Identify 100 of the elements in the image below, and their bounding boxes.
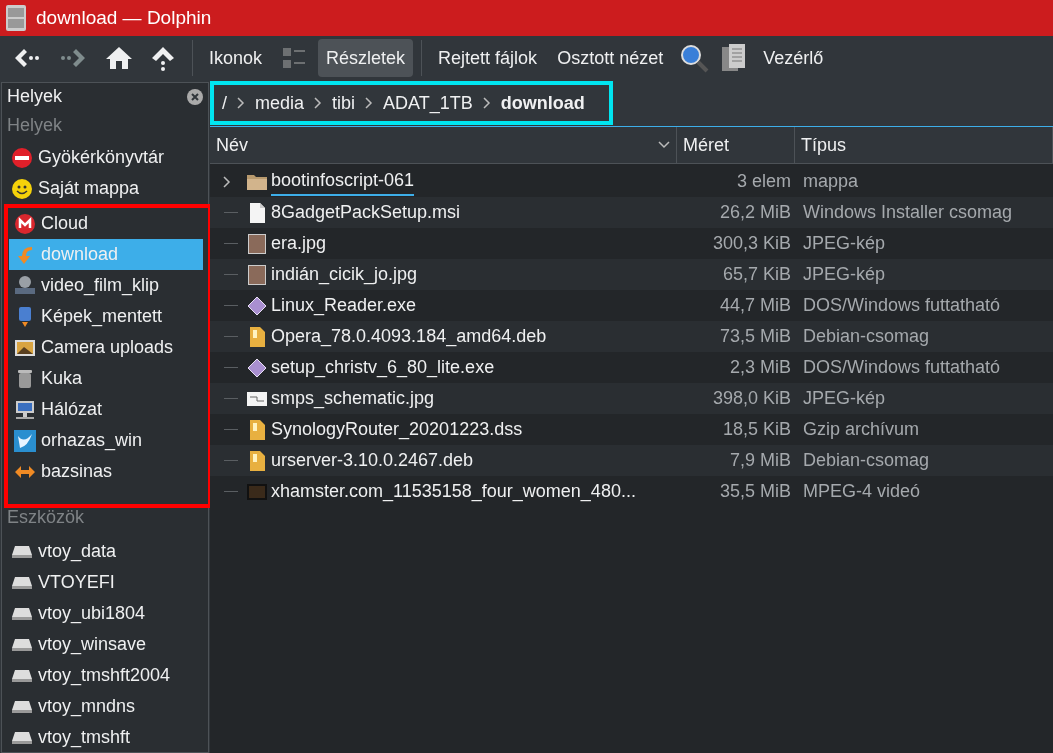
file-row[interactable]: Opera_78.0.4093.184_amd64.deb 73,5 MiB Debian-csomag [210,321,1053,352]
breadcrumb-segment[interactable]: tibi [332,89,356,117]
file-name: Linux_Reader.exe [271,294,417,318]
file-name: smps_schematic.jpg [271,387,435,411]
place-item[interactable]: Camera uploads [9,332,203,363]
drive-icon [11,637,33,652]
bird-icon [14,429,36,452]
view-mode-button[interactable]: Részletek [318,39,414,77]
network-computer-icon [14,398,36,421]
column-header[interactable]: Típus [795,127,1053,163]
file-row[interactable]: smps_schematic.jpg 398,0 KiB JPEG-kép [210,383,1053,414]
place-item[interactable]: vtoy_tmshft [6,722,203,753]
type-cell-text: JPEG-kép [802,232,887,255]
size-cell-text: 3 elem [735,170,792,193]
place-item[interactable]: bazsinas [9,456,203,487]
package-icon [248,449,266,472]
forward-arrow-icon [58,46,88,70]
size-cell-text: 73,5 MiB [718,325,792,348]
size-cell-text: 18,5 KiB [721,418,792,441]
type-cell-text: JPEG-kép [802,263,887,286]
file-name: xhamster.com_11535158_four_women_480... [271,480,636,504]
list-icon [282,46,307,70]
search-icon [679,43,710,73]
toolbar-button[interactable]: Vezérlő [755,39,832,77]
close-icon[interactable] [187,88,203,105]
document-stack-icon [721,43,748,73]
package-icon [248,418,266,441]
place-item[interactable]: video_film_klip [9,270,203,301]
type-cell-text: Gzip archívum [802,418,921,441]
file-name: 8GadgetPackSetup.msi [271,201,461,224]
type-cell-text: DOS/Windows futtatható [802,356,1002,379]
drive-icon [11,668,33,683]
place-item[interactable]: Hálózat [9,394,203,425]
breadcrumb-segment[interactable]: download [500,89,585,117]
file-row[interactable]: indián_cicik_jo.jpg 65,7 KiB JPEG-kép [210,259,1053,290]
panel-title: Helyek [7,85,63,108]
column-header[interactable]: Méret [677,127,795,163]
place-item[interactable]: Képek_mentett [9,301,203,332]
type-cell-text: Debian-csomag [802,325,931,348]
place-item[interactable]: vtoy_tmshft2004 [6,660,203,691]
size-cell-text: 300,3 KiB [711,232,792,255]
place-item[interactable]: vtoy_ubi1804 [6,598,203,629]
up-arrow-icon [150,45,176,71]
diamond-icon [247,357,267,378]
file-row[interactable]: urserver-3.10.0.2467.deb 7,9 MiB Debian-csomag [210,445,1053,476]
chevron-right-icon [237,97,245,109]
size-cell-text: 2,3 MiB [728,356,792,379]
place-item[interactable]: vtoy_data [6,536,203,567]
drive-icon [11,544,33,559]
video-thumbnail [247,483,267,500]
place-item[interactable]: Gyökérkönyvtár [6,142,203,173]
package-icon [248,325,266,348]
place-item[interactable]: VTOYEFI [6,567,203,598]
home-icon [104,45,134,71]
place-item[interactable]: vtoy_winsave [6,629,203,660]
place-item[interactable]: Cloud [9,208,203,239]
photo-placeholder [248,264,266,285]
place-item[interactable]: Saját mappa [6,173,203,204]
type-cell-text: JPEG-kép [802,387,887,410]
size-cell-text: 65,7 KiB [721,263,792,286]
file-name: Opera_78.0.4093.184_amd64.deb [271,325,547,349]
view-mode-button[interactable]: Ikonok [201,39,271,77]
type-cell-text: Debian-csomag [802,449,931,472]
drive-icon [11,606,33,621]
column-header[interactable]: Név [210,127,677,163]
file-name: setup_christv_6_80_lite.exe [271,356,495,380]
file-name: SynologyRouter_20201223.dss [271,418,523,442]
section-heading: Helyek [6,113,64,137]
place-item[interactable]: Kuka [9,363,203,394]
size-cell-text: 35,5 MiB [718,480,792,503]
drive-icon [11,699,33,714]
drive-icon [11,730,33,745]
section-heading: Eszközök [6,506,86,528]
m-logo-icon [14,212,36,235]
diamond-icon [247,295,267,316]
schematic-thumbnail-icon [247,391,267,406]
window-title: download — Dolphin [36,5,212,30]
place-item[interactable]: vtoy_mndns [6,691,203,722]
no-entry-icon [11,146,33,169]
cabinet-icon [4,4,28,32]
size-cell-text: 26,2 MiB [718,201,792,224]
file-name: indián_cicik_jo.jpg [271,263,418,287]
chevron-down-icon [658,141,670,149]
breadcrumb-segment[interactable]: media [255,89,305,117]
file-name: urserver-3.10.0.2467.deb [271,449,474,472]
photo-placeholder [248,233,266,254]
file-row[interactable]: 8GadgetPackSetup.msi 26,2 MiB Windows Installer csomag [210,197,1053,228]
toolbar-button[interactable]: Rejtett fájlok [430,39,546,77]
chevron-right-icon [482,97,491,109]
chevron-right-icon [365,97,374,109]
type-cell-text: MPEG-4 videó [802,480,922,503]
drive-icon [11,575,33,590]
toolbar-button[interactable]: Osztott nézet [549,39,672,77]
breadcrumb-segment[interactable]: ADAT_1TB [383,89,473,117]
breadcrumb-segment[interactable]: / [222,89,227,117]
type-cell-text: Windows Installer csomag [802,201,1014,224]
chevron-right-icon [314,97,323,109]
size-cell-text: 7,9 MiB [728,449,792,472]
type-cell-text: DOS/Windows futtatható [802,294,1002,317]
place-item[interactable]: orhazas_win [9,425,203,456]
